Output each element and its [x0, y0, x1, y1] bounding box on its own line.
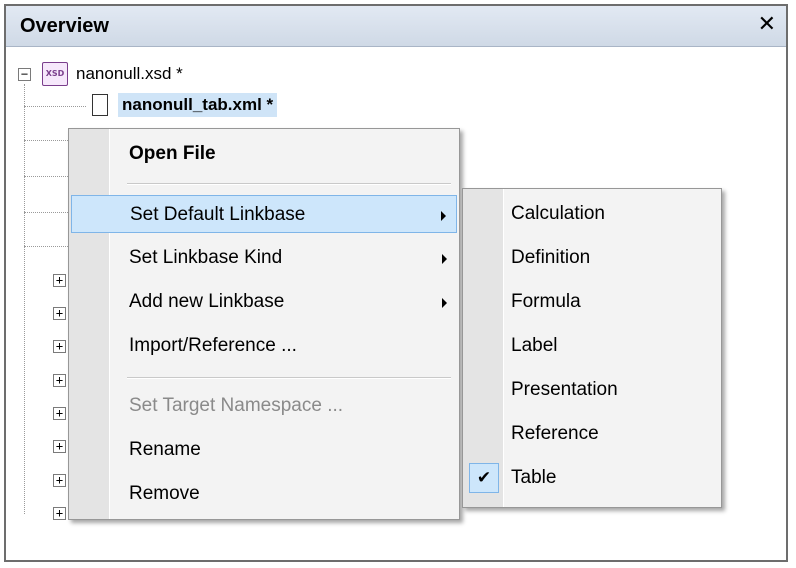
menu-separator [127, 377, 451, 379]
tree-connector [24, 176, 68, 177]
submenu-item-presentation[interactable]: Presentation [465, 371, 719, 409]
submenu-arrow-icon [442, 254, 447, 264]
close-icon[interactable]: ✕ [758, 12, 776, 37]
expand-toggle[interactable]: + [53, 340, 66, 353]
panel-titlebar: Overview ✕ [6, 6, 786, 47]
expand-toggle[interactable]: + [53, 274, 66, 287]
xsd-file-icon: XSD [42, 62, 68, 86]
menu-item-add-new-linkbase[interactable]: Add new Linkbase [71, 283, 457, 321]
submenu-item-label[interactable]: Label [465, 327, 719, 365]
tree-root-label[interactable]: nanonull.xsd * [76, 64, 183, 84]
panel-title: Overview [20, 15, 109, 37]
menu-item-open-file[interactable]: Open File [71, 135, 457, 173]
expand-toggle[interactable]: + [53, 474, 66, 487]
context-menu: Open File Set Default Linkbase Set Linkb… [68, 128, 460, 520]
expand-toggle[interactable]: + [53, 407, 66, 420]
menu-item-label: Rename [129, 439, 201, 460]
menu-item-label: Formula [511, 291, 581, 312]
menu-item-label: Set Default Linkbase [130, 204, 306, 225]
menu-item-label: Set Linkbase Kind [129, 247, 283, 268]
tree-selected-label[interactable]: nanonull_tab.xml * [118, 93, 278, 117]
tree-connector [24, 106, 86, 107]
menu-item-label: Open File [129, 143, 216, 164]
menu-item-label: Calculation [511, 203, 605, 224]
tree-guide-line [24, 84, 25, 514]
menu-item-import-reference[interactable]: Import/Reference ... [71, 327, 457, 365]
linkbase-submenu: Calculation Definition Formula Label Pre… [462, 188, 722, 508]
submenu-item-calculation[interactable]: Calculation [465, 195, 719, 233]
submenu-item-table[interactable]: ✔ Table [465, 459, 719, 497]
menu-item-label: Definition [511, 247, 591, 268]
menu-item-label: Remove [129, 483, 200, 504]
tree-connector [24, 140, 68, 141]
menu-item-label: Reference [511, 423, 599, 444]
submenu-item-definition[interactable]: Definition [465, 239, 719, 277]
menu-item-label: Presentation [511, 379, 618, 400]
expand-toggle[interactable]: + [53, 507, 66, 520]
menu-item-label: Set Target Namespace ... [129, 395, 344, 416]
menu-item-set-target-namespace: Set Target Namespace ... [71, 387, 457, 425]
submenu-item-reference[interactable]: Reference [465, 415, 719, 453]
submenu-item-formula[interactable]: Formula [465, 283, 719, 321]
menu-item-label: Add new Linkbase [129, 291, 285, 312]
menu-item-set-linkbase-kind[interactable]: Set Linkbase Kind [71, 239, 457, 277]
menu-item-label: Import/Reference ... [129, 335, 297, 356]
expand-toggle[interactable]: + [53, 307, 66, 320]
expand-toggle[interactable]: + [53, 440, 66, 453]
menu-item-label: Table [511, 467, 557, 488]
menu-item-set-default-linkbase[interactable]: Set Default Linkbase [71, 195, 457, 233]
menu-item-rename[interactable]: Rename [71, 431, 457, 469]
submenu-arrow-icon [441, 211, 446, 221]
tree-connector [24, 246, 68, 247]
checkmark-icon: ✔ [469, 463, 499, 493]
collapse-toggle[interactable]: − [18, 68, 31, 81]
menu-separator [127, 183, 451, 185]
expand-toggle[interactable]: + [53, 374, 66, 387]
xml-file-icon [92, 94, 108, 116]
tree-connector [24, 212, 68, 213]
menu-item-label: Label [511, 335, 558, 356]
submenu-arrow-icon [442, 298, 447, 308]
menu-item-remove[interactable]: Remove [71, 475, 457, 513]
